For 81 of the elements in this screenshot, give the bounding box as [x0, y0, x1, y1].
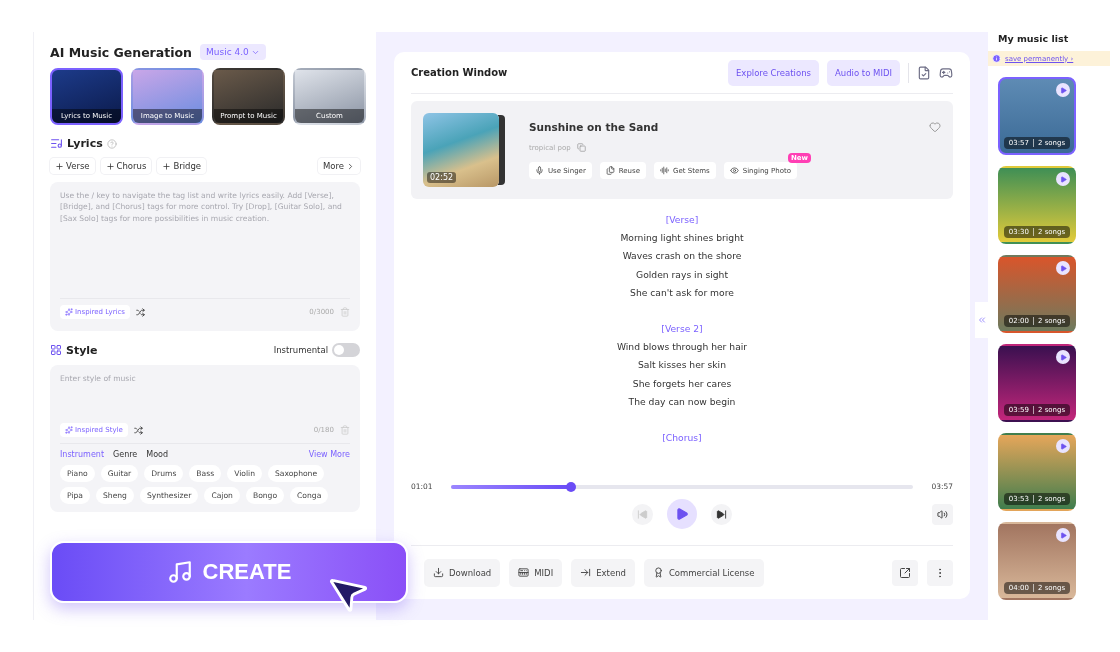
document-icon[interactable] [917, 65, 931, 80]
plus-icon [55, 161, 64, 171]
instrumental-toggle[interactable] [332, 343, 360, 357]
reuse-icon [605, 166, 615, 175]
lyrics-field[interactable] [50, 182, 360, 331]
panel-title: AI Music Generation [50, 44, 192, 60]
song-title: Sunshine on the Sand [529, 121, 659, 133]
music-note-icon [166, 559, 193, 585]
window-title: Creation Window [411, 67, 508, 78]
play-icon [675, 507, 689, 521]
lyric-line: She can't ask for more [630, 285, 734, 300]
progress-thumb[interactable] [565, 481, 576, 492]
section-tag: [Chorus] [662, 429, 702, 448]
skip-back-icon [637, 508, 648, 520]
section-title: Lyrics [67, 137, 103, 150]
category-tab[interactable]: Mood [146, 450, 169, 459]
play-icon [1059, 442, 1067, 450]
section-title: Style [66, 343, 98, 357]
license-icon [652, 567, 664, 578]
play-icon [1059, 86, 1067, 94]
lyric-line: Wind blows through her hair [616, 340, 748, 355]
gamepad-drawing [939, 65, 953, 80]
tag-button[interactable]: Verse [50, 158, 95, 174]
view-more-link[interactable]: View More [308, 450, 350, 459]
photo-icon [729, 166, 739, 175]
shuffle-icon[interactable] [135, 307, 145, 317]
progress-track[interactable] [450, 484, 914, 489]
share-button[interactable] [892, 559, 918, 586]
footer-button[interactable]: Commercial License [643, 558, 764, 587]
play-icon [1059, 353, 1067, 361]
category-tab[interactable]: Instrument [60, 450, 104, 459]
download-icon [433, 567, 444, 578]
footer-button[interactable]: Extend [571, 558, 635, 587]
sparkle-icon [65, 308, 73, 316]
next-button[interactable] [711, 503, 732, 525]
plus-icon [105, 161, 115, 171]
midi-icon [518, 567, 530, 578]
speaker-icon [937, 508, 948, 520]
model-selector[interactable]: Music 4.0 [199, 44, 266, 60]
tag-button[interactable]: Bridge [157, 158, 207, 174]
sparkle-icon [65, 426, 73, 434]
lyric-line: Salt kisses her skin [638, 358, 726, 373]
toggle-label: Instrumental [273, 345, 328, 355]
style-icon [50, 344, 62, 356]
play-button[interactable] [1056, 350, 1070, 364]
footer-button[interactable]: Download [424, 558, 501, 587]
plus-icon [162, 161, 172, 171]
footer-button[interactable]: MIDI [509, 558, 563, 587]
stems-icon [660, 166, 669, 175]
header-button[interactable]: Explore Creations [728, 59, 819, 86]
lyrics-icon [50, 137, 63, 150]
info-icon [992, 54, 1001, 63]
list-title: My music list [998, 33, 1070, 44]
shuffle-icon[interactable] [133, 425, 143, 435]
chevron-right-icon [346, 161, 355, 171]
lyric-line: Golden rays in sight [636, 267, 728, 282]
chevrons-left-icon [976, 315, 987, 325]
header-button[interactable]: Audio to MIDI [827, 59, 900, 86]
lyric-line: She forgets her cares [632, 376, 732, 391]
singer-icon [535, 166, 544, 175]
play-icon [1059, 531, 1067, 539]
section-tag: [Verse] [665, 211, 699, 230]
lyric-line: Waves crash on the shore [622, 249, 742, 264]
document-check-icon [917, 65, 931, 80]
more-button[interactable]: More [317, 158, 360, 174]
volume-button[interactable] [932, 503, 953, 525]
heart-drawing [929, 121, 941, 133]
play-icon [1059, 264, 1067, 272]
lyric-line: Morning light shines bright [620, 231, 744, 246]
category-tab[interactable]: Genre [113, 450, 138, 459]
skip-forward-icon [716, 508, 727, 520]
play-button[interactable] [667, 499, 697, 529]
section-tag: [Verse 2] [661, 320, 703, 339]
heart-icon[interactable] [929, 121, 941, 133]
share-icon [899, 566, 911, 579]
gamepad-icon[interactable] [939, 65, 953, 80]
lyric-line: The day can now begin [628, 394, 736, 409]
tag-button[interactable]: Chorus [100, 158, 152, 174]
play-icon [1059, 175, 1067, 183]
duration-badge: 02:52 [427, 172, 457, 183]
extend-icon [580, 567, 592, 578]
